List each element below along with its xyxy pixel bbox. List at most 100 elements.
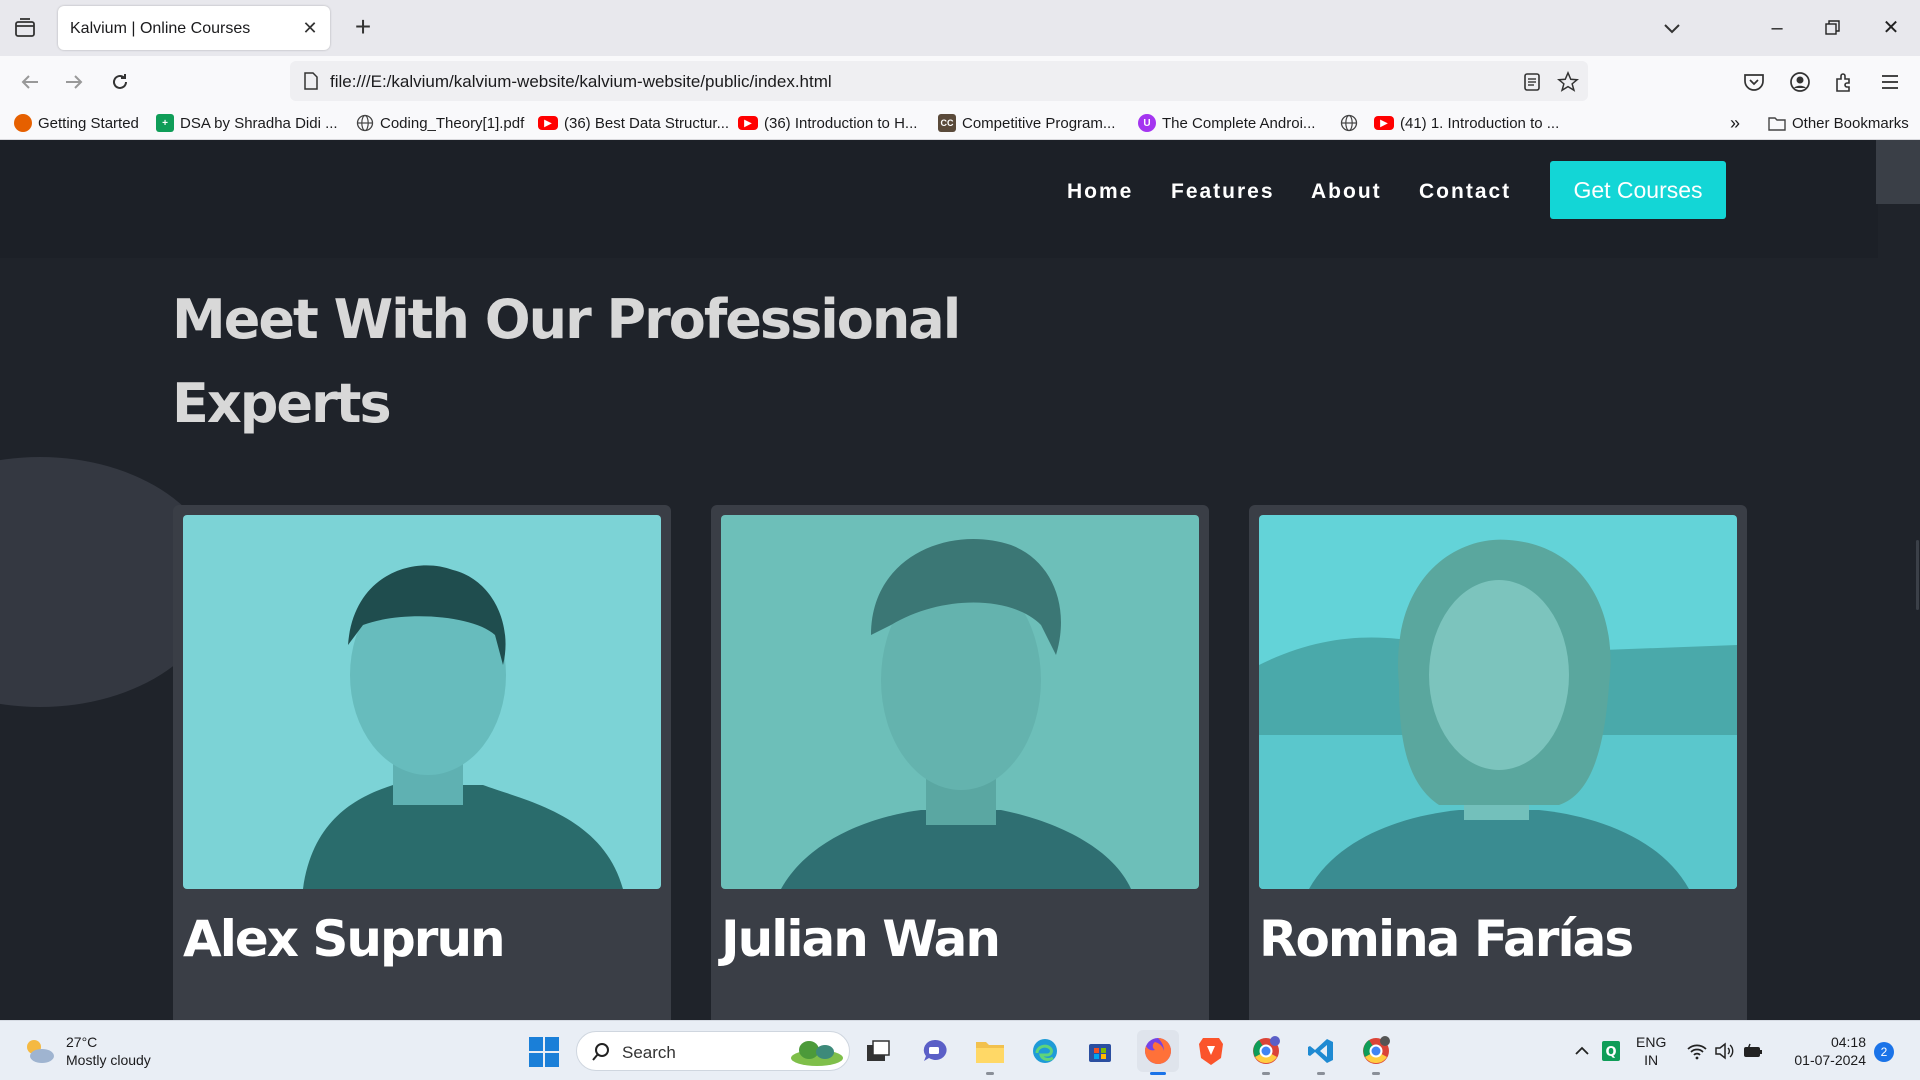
language-code: ENG [1636, 1034, 1667, 1050]
bookmark-label: Other Bookmarks [1792, 114, 1909, 132]
forward-icon[interactable] [58, 66, 90, 98]
battery-icon[interactable] [1740, 1033, 1766, 1069]
nav-link-about[interactable]: About [1311, 180, 1382, 204]
bookmarks-toolbar: Getting Started + DSA by Shradha Didi ..… [0, 106, 1920, 140]
cloudy-weather-icon [27, 1040, 54, 1063]
site-header: Home Features About Contact Get Courses [0, 140, 1878, 258]
restore-icon[interactable] [1818, 14, 1848, 42]
cc-icon: CC [938, 114, 956, 132]
minimize-icon[interactable]: – [1762, 14, 1792, 42]
windows-start-icon[interactable] [528, 1036, 560, 1068]
page-icon [304, 72, 318, 90]
file-explorer-icon[interactable] [972, 1033, 1008, 1075]
more-bookmarks-icon[interactable]: » [1730, 112, 1740, 134]
bookmark-item[interactable]: Getting Started [14, 112, 139, 134]
close-tab-icon[interactable]: ✕ [300, 18, 320, 38]
wifi-icon[interactable] [1684, 1033, 1710, 1069]
bookmark-item[interactable]: ▶ (36) Introduction to H... [738, 112, 917, 134]
browser-tab-bar: Kalvium | Online Courses ✕ + – ✕ [0, 0, 1920, 56]
expert-name: Alex Suprun [183, 910, 506, 968]
chat-icon[interactable] [917, 1033, 953, 1069]
weather-condition: Mostly cloudy [66, 1052, 151, 1068]
tab-title: Kalvium | Online Courses [70, 20, 251, 37]
bookmark-label: (36) Introduction to H... [764, 114, 918, 132]
taskbar-search[interactable]: Search [576, 1031, 850, 1071]
volume-icon[interactable] [1712, 1033, 1738, 1069]
reader-view-icon[interactable] [1520, 70, 1544, 94]
pocket-icon[interactable] [1738, 66, 1770, 98]
tray-app-icon[interactable]: Q [1598, 1033, 1624, 1069]
language-indicator[interactable]: ENG IN [1636, 1033, 1666, 1069]
reload-icon[interactable] [104, 66, 136, 98]
svg-text:Q: Q [1605, 1045, 1616, 1060]
nav-link-features[interactable]: Features [1171, 180, 1275, 204]
temperature: 27°C [66, 1034, 98, 1050]
get-courses-button[interactable]: Get Courses [1550, 161, 1726, 219]
url-text[interactable]: file:///E:/kalvium/kalvium-website/kalvi… [330, 72, 832, 92]
running-indicator [1317, 1072, 1325, 1075]
decorative-corner [1876, 140, 1920, 204]
bookmark-label: (41) 1. Introduction to ... [1400, 114, 1560, 132]
search-highlight-icon [791, 1041, 843, 1066]
youtube-icon: ▶ [538, 116, 558, 130]
other-bookmarks[interactable]: Other Bookmarks [1768, 112, 1909, 134]
running-indicator [1372, 1072, 1380, 1075]
bookmark-item[interactable]: ▶ (41) 1. Introduction to ... [1374, 112, 1559, 134]
notification-badge[interactable]: 2 [1874, 1042, 1894, 1062]
expert-photo [1259, 515, 1737, 889]
clock-date: 01-07-2024 [1794, 1052, 1866, 1068]
globe-icon [1340, 114, 1358, 132]
bookmark-label: Competitive Program... [962, 114, 1116, 132]
bookmark-star-icon[interactable] [1556, 70, 1580, 94]
firefox-icon [14, 114, 32, 132]
search-icon [592, 1043, 609, 1061]
chrome-icon[interactable] [1248, 1033, 1284, 1075]
store-icon[interactable] [1082, 1033, 1118, 1069]
bookmark-item[interactable] [1340, 112, 1364, 134]
web-page: Home Features About Contact Get Courses … [0, 140, 1920, 1020]
bookmark-item[interactable]: + DSA by Shradha Didi ... [156, 112, 338, 134]
nav-link-contact[interactable]: Contact [1419, 180, 1511, 204]
expert-photo [183, 515, 661, 889]
section-heading: Meet With Our Professional Experts [172, 278, 992, 446]
youtube-icon: ▶ [738, 116, 758, 130]
globe-icon [356, 114, 374, 132]
bookmark-label: Coding_Theory[1].pdf [380, 114, 525, 132]
expert-card[interactable]: Alex Suprun [173, 505, 671, 1020]
folder-icon [1768, 114, 1786, 132]
scrollbar-thumb[interactable] [1916, 540, 1919, 610]
expert-card[interactable]: Julian Wan [711, 505, 1209, 1020]
heading-line-2: Experts [172, 372, 392, 435]
chevron-down-icon[interactable] [1660, 16, 1684, 40]
bookmark-item[interactable]: U The Complete Androi... [1138, 112, 1315, 134]
account-icon[interactable] [1784, 66, 1816, 98]
menu-icon[interactable] [1874, 66, 1906, 98]
chrome-profile-icon[interactable] [1358, 1033, 1394, 1075]
clock[interactable]: 04:18 01-07-2024 [1786, 1033, 1866, 1069]
tray-expand-icon[interactable] [1572, 1033, 1592, 1069]
bookmark-label: The Complete Androi... [1162, 114, 1316, 132]
back-icon[interactable] [14, 66, 46, 98]
bookmark-item[interactable]: ▶ (36) Best Data Structur... [538, 112, 729, 134]
firefox-taskbar-icon[interactable] [1137, 1030, 1179, 1075]
tab-list-icon[interactable] [12, 16, 38, 40]
active-tab[interactable]: Kalvium | Online Courses ✕ [58, 6, 330, 50]
bookmark-item[interactable]: CC Competitive Program... [938, 112, 1115, 134]
expert-card[interactable]: Romina Farías [1249, 505, 1747, 1020]
nav-link-home[interactable]: Home [1067, 180, 1133, 204]
edge-icon[interactable] [1027, 1033, 1063, 1069]
expert-name: Julian Wan [721, 910, 1001, 968]
bookmark-item[interactable]: Coding_Theory[1].pdf [356, 112, 524, 134]
region-code: IN [1644, 1052, 1659, 1068]
close-window-icon[interactable]: ✕ [1876, 14, 1906, 42]
vscode-icon[interactable] [1303, 1033, 1339, 1075]
sheets-icon: + [156, 114, 174, 132]
extensions-icon[interactable] [1828, 66, 1860, 98]
brave-icon[interactable] [1193, 1033, 1229, 1069]
url-bar[interactable]: file:///E:/kalvium/kalvium-website/kalvi… [290, 61, 1588, 101]
task-view-icon[interactable] [860, 1033, 896, 1069]
expert-name: Romina Farías [1259, 910, 1634, 968]
youtube-icon: ▶ [1374, 116, 1394, 130]
weather-widget[interactable]: 27°C Mostly cloudy [22, 1033, 151, 1069]
new-tab-icon[interactable]: + [348, 12, 378, 42]
